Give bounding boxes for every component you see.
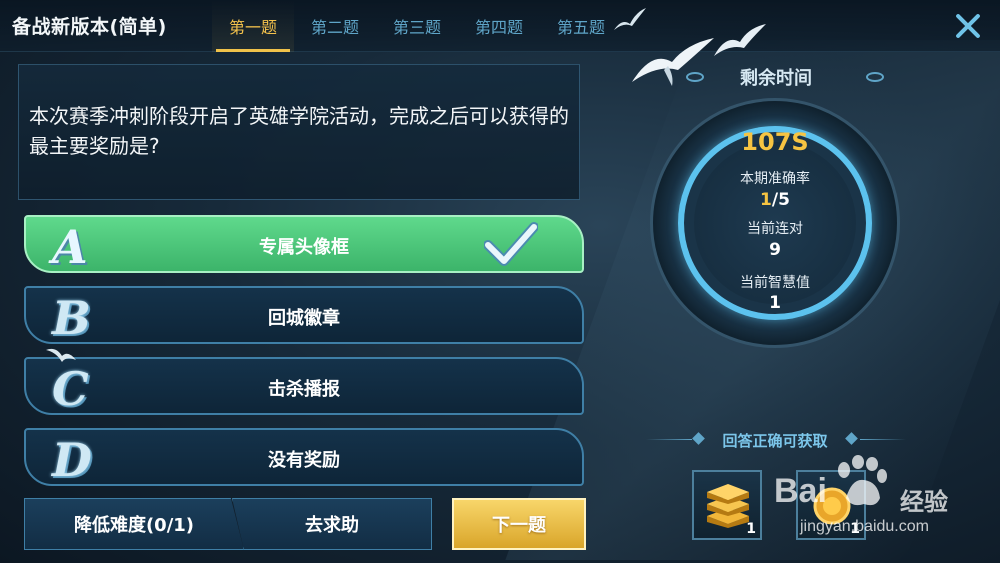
tab-question-5[interactable]: 第五题 <box>540 0 622 52</box>
option-c[interactable]: C 击杀播报 <box>24 357 584 416</box>
option-b[interactable]: B 回城徽章 <box>24 286 584 345</box>
seagull-icon <box>632 38 714 86</box>
ornament-icon <box>686 72 704 82</box>
checkmark-icon <box>484 222 538 266</box>
accuracy-total: /5 <box>771 190 790 210</box>
wisdom-label: 当前智慧值 <box>740 275 810 291</box>
divider <box>860 439 906 440</box>
option-text: 回城徽章 <box>268 308 340 329</box>
timer-label: 剩余时间 <box>740 68 812 89</box>
divider <box>646 439 692 440</box>
next-question-button[interactable]: 下一题 <box>452 498 586 550</box>
top-bar: 备战新版本(简单) 第一题 第二题 第三题 第四题 第五题 <box>0 0 1000 52</box>
paw-logo-icon <box>838 455 887 506</box>
quiz-title: 备战新版本(简单) <box>12 16 167 38</box>
baidu-watermark: Bai 经验 jingyan.baidu.com <box>760 452 990 552</box>
wisdom-value: 1 <box>769 293 781 313</box>
tab-question-2[interactable]: 第二题 <box>294 0 376 52</box>
seagull-icon <box>46 348 76 362</box>
ornament-icon <box>866 72 884 82</box>
streak-value: 9 <box>769 240 781 260</box>
timer-value: 107S <box>741 128 809 156</box>
option-d[interactable]: D 没有奖励 <box>24 428 584 487</box>
option-text: 击杀播报 <box>268 379 340 400</box>
accuracy-value: 1/5 <box>700 190 850 210</box>
ask-help-button[interactable]: 去求助 <box>232 498 432 550</box>
accuracy-correct: 1 <box>760 190 772 210</box>
watermark-url: jingyan.baidu.com <box>800 518 929 535</box>
watermark-brand: Bai <box>774 472 827 510</box>
reward-count: 1 <box>746 521 756 537</box>
accuracy-label: 本期准确率 <box>740 171 810 187</box>
reward-title: 回答正确可获取 <box>722 432 828 450</box>
option-text: 没有奖励 <box>268 450 340 471</box>
question-panel: 本次赛季冲刺阶段开启了英雄学院活动，完成之后可以获得的最主要奖励是? <box>18 64 580 200</box>
option-a[interactable]: A 专属头像框 <box>24 215 584 274</box>
lower-difficulty-button[interactable]: 降低难度(0/1) <box>24 498 244 550</box>
streak-label: 当前连对 <box>747 221 803 237</box>
watermark-cn: 经验 <box>900 488 948 516</box>
tab-question-1[interactable]: 第一题 <box>212 0 294 52</box>
question-text: 本次赛季冲刺阶段开启了英雄学院活动，完成之后可以获得的最主要奖励是? <box>29 104 569 158</box>
tab-question-3[interactable]: 第三题 <box>376 0 458 52</box>
tab-question-4[interactable]: 第四题 <box>458 0 540 52</box>
question-tabs: 第一题 第二题 第三题 第四题 第五题 <box>212 0 622 52</box>
close-icon[interactable] <box>952 10 984 42</box>
reward-item-book: 1 <box>692 470 762 540</box>
seagull-icon <box>714 24 766 56</box>
